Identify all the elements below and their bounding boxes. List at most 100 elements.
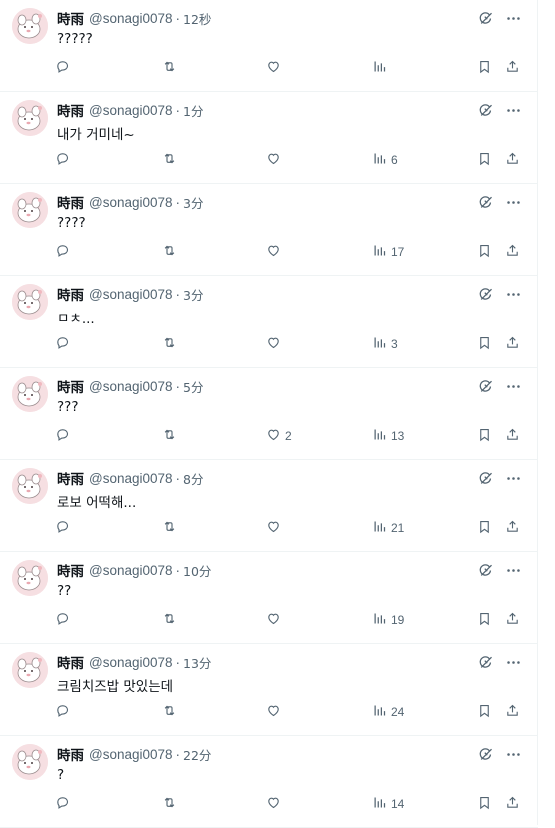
reply-button[interactable] bbox=[55, 59, 70, 77]
reply-button[interactable] bbox=[55, 703, 70, 721]
reply-button[interactable] bbox=[55, 611, 70, 629]
display-name[interactable]: 時雨 bbox=[57, 468, 84, 488]
retweet-button[interactable] bbox=[162, 151, 177, 169]
retweet-button[interactable] bbox=[162, 335, 177, 353]
views-button[interactable]: 14 bbox=[372, 795, 404, 813]
tweet[interactable]: 時雨 @sonagi0078 · 1分 내가 거미네~ 6 bbox=[0, 92, 538, 184]
share-button[interactable] bbox=[505, 795, 520, 813]
display-name[interactable]: 時雨 bbox=[57, 284, 84, 304]
avatar[interactable] bbox=[12, 744, 48, 780]
like-button[interactable] bbox=[266, 59, 285, 77]
user-handle[interactable]: @sonagi0078 bbox=[89, 471, 173, 486]
like-button[interactable] bbox=[266, 703, 285, 721]
timestamp[interactable]: 1分 bbox=[183, 101, 203, 120]
views-button[interactable]: 6 bbox=[372, 151, 398, 169]
retweet-button[interactable] bbox=[162, 243, 177, 261]
views-button[interactable]: 21 bbox=[372, 519, 404, 537]
timestamp[interactable]: 3分 bbox=[183, 285, 203, 304]
timestamp[interactable]: 5分 bbox=[183, 377, 203, 396]
more-icon[interactable] bbox=[504, 745, 522, 763]
grok-icon[interactable] bbox=[476, 101, 494, 119]
user-handle[interactable]: @sonagi0078 bbox=[89, 103, 173, 118]
avatar[interactable] bbox=[12, 192, 48, 228]
avatar[interactable] bbox=[12, 284, 48, 320]
more-icon[interactable] bbox=[504, 377, 522, 395]
display-name[interactable]: 時雨 bbox=[57, 8, 84, 28]
reply-button[interactable] bbox=[55, 243, 70, 261]
like-button[interactable] bbox=[266, 243, 285, 261]
user-handle[interactable]: @sonagi0078 bbox=[89, 195, 173, 210]
like-button[interactable] bbox=[266, 335, 285, 353]
views-button[interactable]: 19 bbox=[372, 611, 404, 629]
timestamp[interactable]: 22分 bbox=[183, 745, 211, 764]
avatar[interactable] bbox=[12, 376, 48, 412]
display-name[interactable]: 時雨 bbox=[57, 744, 84, 764]
views-button[interactable]: 24 bbox=[372, 703, 404, 721]
bookmark-button[interactable] bbox=[477, 243, 492, 261]
grok-icon[interactable] bbox=[476, 561, 494, 579]
share-button[interactable] bbox=[505, 335, 520, 353]
retweet-button[interactable] bbox=[162, 795, 177, 813]
timestamp[interactable]: 8分 bbox=[183, 469, 203, 488]
display-name[interactable]: 時雨 bbox=[57, 192, 84, 212]
views-button[interactable]: 3 bbox=[372, 335, 398, 353]
more-icon[interactable] bbox=[504, 285, 522, 303]
reply-button[interactable] bbox=[55, 519, 70, 537]
more-icon[interactable] bbox=[504, 193, 522, 211]
more-icon[interactable] bbox=[504, 469, 522, 487]
bookmark-button[interactable] bbox=[477, 335, 492, 353]
share-button[interactable] bbox=[505, 243, 520, 261]
avatar[interactable] bbox=[12, 468, 48, 504]
tweet[interactable]: 時雨 @sonagi0078 · 12秒 ????? bbox=[0, 0, 538, 92]
grok-icon[interactable] bbox=[476, 469, 494, 487]
timestamp[interactable]: 3分 bbox=[183, 193, 203, 212]
tweet[interactable]: 時雨 @sonagi0078 · 5分 ??? 2 13 bbox=[0, 368, 538, 460]
like-button[interactable] bbox=[266, 151, 285, 169]
avatar[interactable] bbox=[12, 100, 48, 136]
share-button[interactable] bbox=[505, 611, 520, 629]
views-button[interactable] bbox=[372, 59, 391, 77]
display-name[interactable]: 時雨 bbox=[57, 652, 84, 672]
bookmark-button[interactable] bbox=[477, 427, 492, 445]
tweet[interactable]: 時雨 @sonagi0078 · 13分 크림치즈밥 맛있는데 24 bbox=[0, 644, 538, 736]
more-icon[interactable] bbox=[504, 561, 522, 579]
user-handle[interactable]: @sonagi0078 bbox=[89, 563, 173, 578]
grok-icon[interactable] bbox=[476, 377, 494, 395]
tweet[interactable]: 時雨 @sonagi0078 · 8分 로보 어떡해... 21 bbox=[0, 460, 538, 552]
user-handle[interactable]: @sonagi0078 bbox=[89, 379, 173, 394]
retweet-button[interactable] bbox=[162, 59, 177, 77]
tweet[interactable]: 時雨 @sonagi0078 · 10分 ?? 19 bbox=[0, 552, 538, 644]
share-button[interactable] bbox=[505, 59, 520, 77]
display-name[interactable]: 時雨 bbox=[57, 376, 84, 396]
timestamp[interactable]: 13分 bbox=[183, 653, 211, 672]
avatar[interactable] bbox=[12, 652, 48, 688]
display-name[interactable]: 時雨 bbox=[57, 560, 84, 580]
user-handle[interactable]: @sonagi0078 bbox=[89, 655, 173, 670]
avatar[interactable] bbox=[12, 560, 48, 596]
bookmark-button[interactable] bbox=[477, 703, 492, 721]
bookmark-button[interactable] bbox=[477, 519, 492, 537]
retweet-button[interactable] bbox=[162, 611, 177, 629]
timestamp[interactable]: 12秒 bbox=[183, 9, 211, 28]
views-button[interactable]: 17 bbox=[372, 243, 404, 261]
user-handle[interactable]: @sonagi0078 bbox=[89, 11, 173, 26]
bookmark-button[interactable] bbox=[477, 611, 492, 629]
display-name[interactable]: 時雨 bbox=[57, 100, 84, 120]
like-button[interactable] bbox=[266, 611, 285, 629]
tweet[interactable]: 時雨 @sonagi0078 · 3分 ???? 17 bbox=[0, 184, 538, 276]
retweet-button[interactable] bbox=[162, 703, 177, 721]
retweet-button[interactable] bbox=[162, 519, 177, 537]
grok-icon[interactable] bbox=[476, 9, 494, 27]
more-icon[interactable] bbox=[504, 653, 522, 671]
share-button[interactable] bbox=[505, 703, 520, 721]
grok-icon[interactable] bbox=[476, 653, 494, 671]
share-button[interactable] bbox=[505, 151, 520, 169]
like-button[interactable] bbox=[266, 519, 285, 537]
reply-button[interactable] bbox=[55, 795, 70, 813]
grok-icon[interactable] bbox=[476, 193, 494, 211]
views-button[interactable]: 13 bbox=[372, 427, 404, 445]
grok-icon[interactable] bbox=[476, 745, 494, 763]
bookmark-button[interactable] bbox=[477, 59, 492, 77]
tweet[interactable]: 時雨 @sonagi0078 · 3分 ㅁㅊ... 3 bbox=[0, 276, 538, 368]
reply-button[interactable] bbox=[55, 335, 70, 353]
